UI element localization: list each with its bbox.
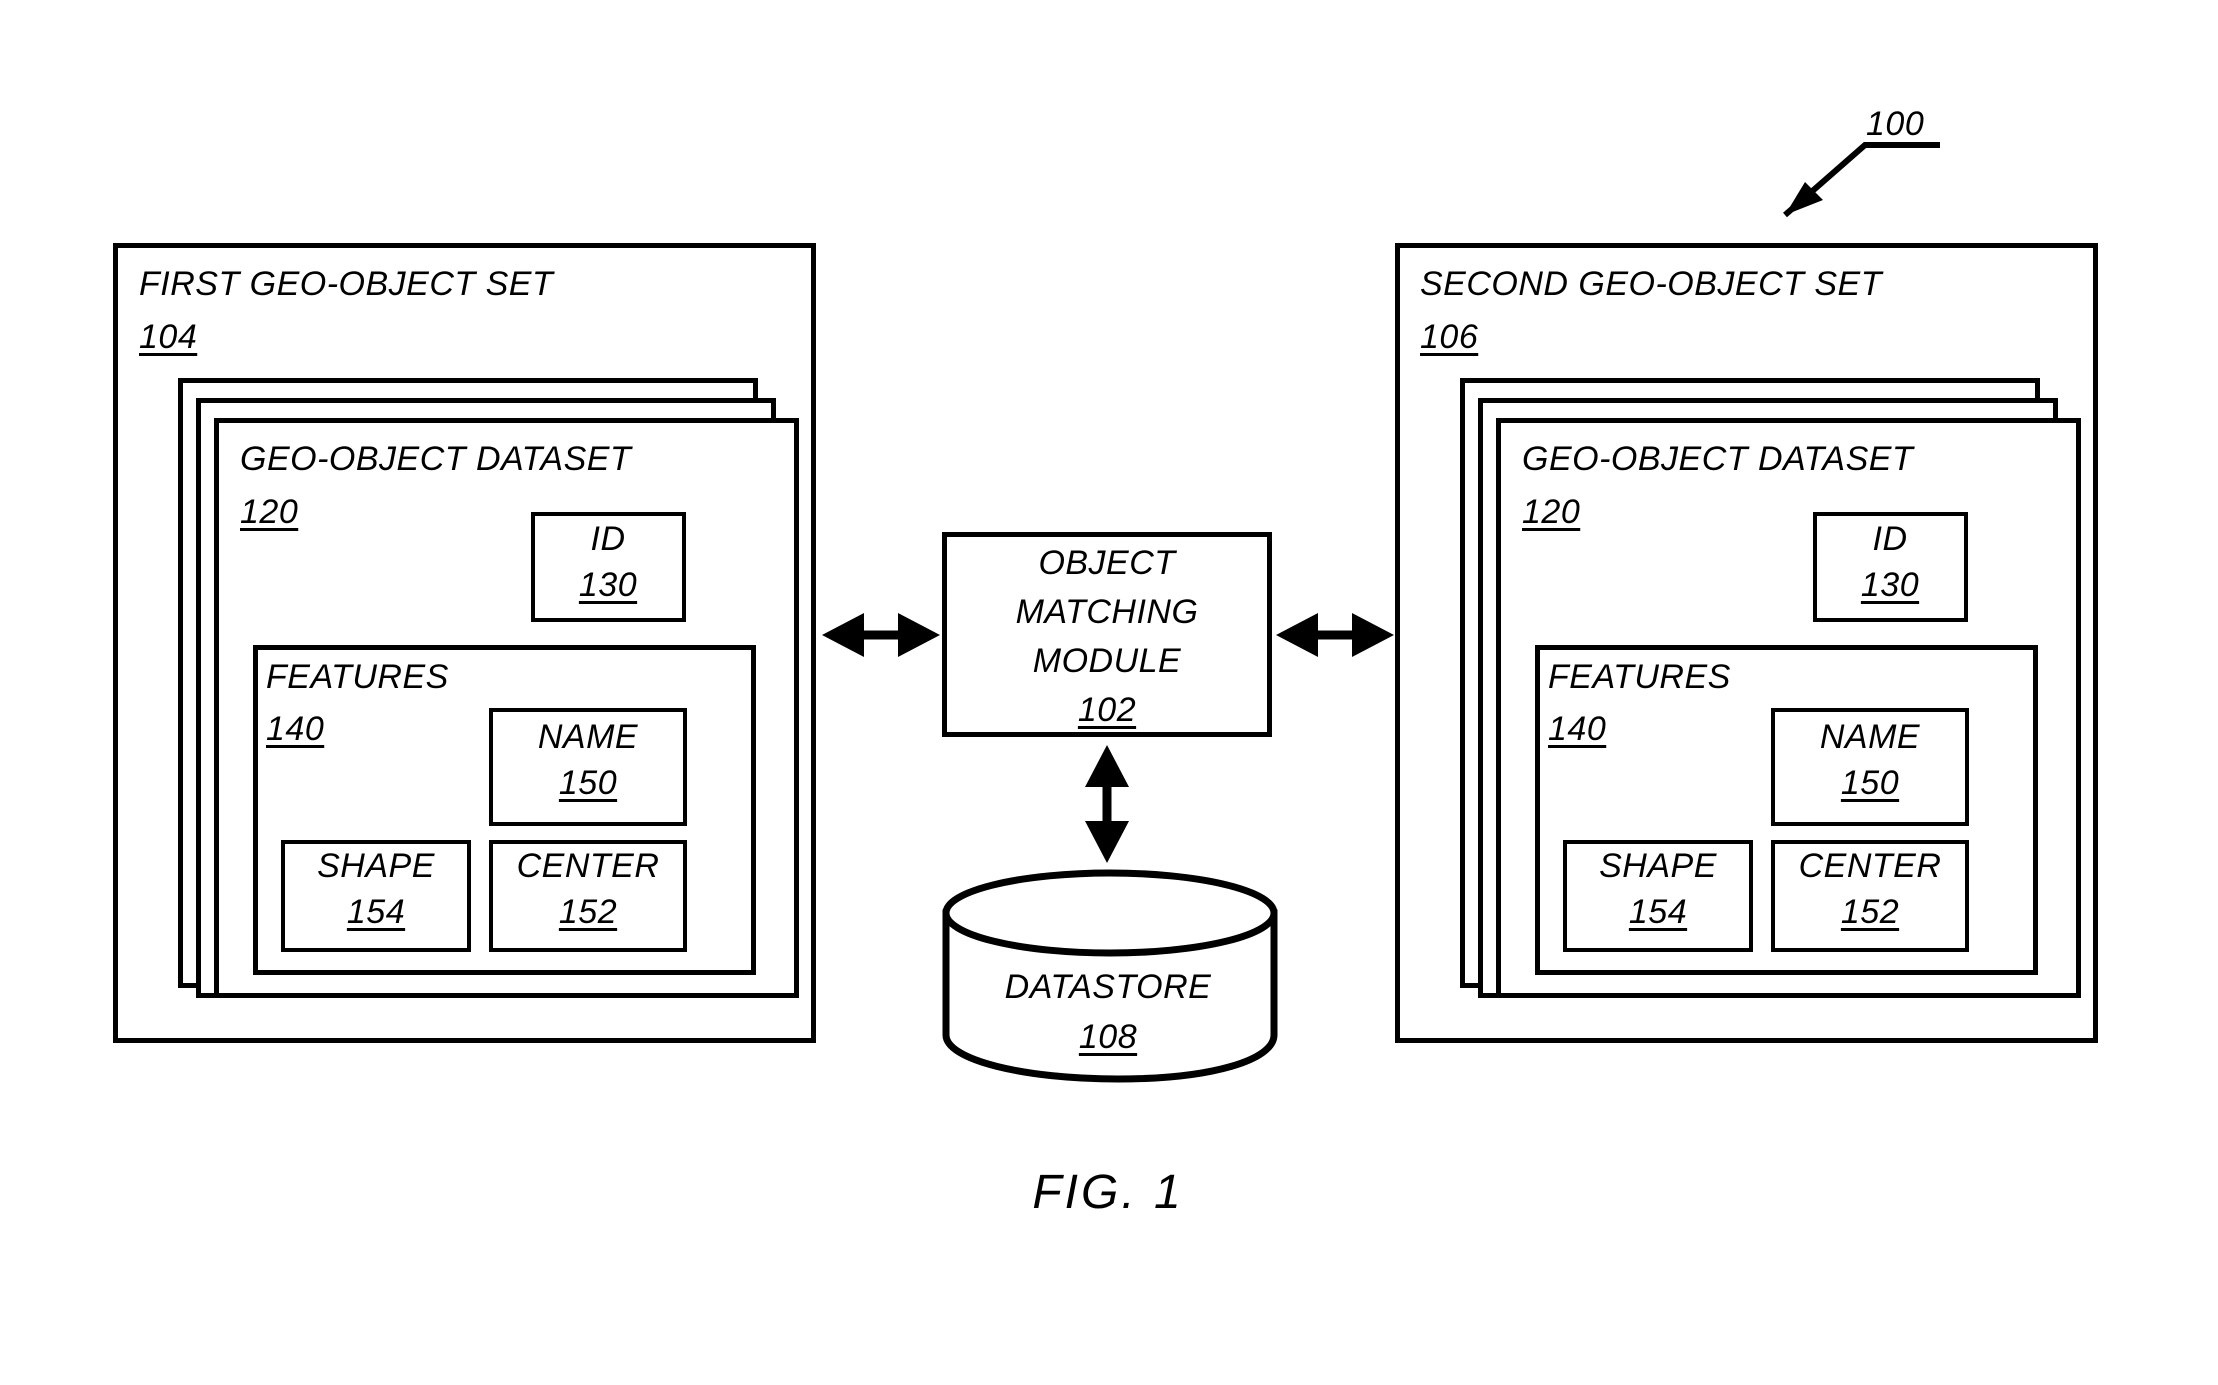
arrow-module-to-second-set bbox=[1276, 613, 1394, 657]
second-geo-object-set-ref: 106 bbox=[1420, 318, 1479, 356]
second-features-title: FEATURES bbox=[1548, 658, 1731, 696]
second-center-title: CENTER bbox=[1798, 847, 1942, 885]
module-title-line3: MODULE bbox=[1032, 642, 1182, 680]
first-shape-ref: 154 bbox=[346, 893, 406, 931]
first-name-ref: 150 bbox=[558, 764, 618, 802]
second-id-ref: 130 bbox=[1860, 566, 1920, 604]
first-dataset-ref: 120 bbox=[240, 493, 299, 531]
first-features-ref: 140 bbox=[266, 710, 325, 748]
second-id-title: ID bbox=[1872, 520, 1908, 558]
first-center-ref: 152 bbox=[558, 893, 618, 931]
first-center-title: CENTER bbox=[516, 847, 660, 885]
second-center-ref: 152 bbox=[1840, 893, 1900, 931]
second-features-ref: 140 bbox=[1548, 710, 1607, 748]
first-id-title: ID bbox=[590, 520, 626, 558]
first-geo-object-set-ref: 104 bbox=[139, 318, 198, 356]
second-dataset-ref: 120 bbox=[1522, 493, 1581, 531]
figure-caption: FIG. 1 bbox=[1032, 1166, 1184, 1219]
second-dataset-title: GEO-OBJECT DATASET bbox=[1522, 440, 1914, 478]
module-title-line2: MATCHING bbox=[1015, 593, 1199, 631]
patent-figure-1: 100 FIRST GEO-OBJECT SET 104 GEO-OBJECT … bbox=[0, 0, 2218, 1385]
arrow-first-set-to-module bbox=[822, 613, 940, 657]
first-name-title: NAME bbox=[537, 718, 639, 756]
first-features-title: FEATURES bbox=[266, 658, 449, 696]
arrow-module-to-datastore bbox=[1085, 745, 1129, 863]
datastore-ref: 108 bbox=[1078, 1018, 1138, 1056]
second-shape-ref: 154 bbox=[1628, 893, 1688, 931]
module-title-line1: OBJECT bbox=[1038, 544, 1176, 582]
second-geo-object-set-title: SECOND GEO-OBJECT SET bbox=[1420, 265, 1882, 303]
second-name-title: NAME bbox=[1819, 718, 1921, 756]
datastore-title: DATASTORE bbox=[1004, 968, 1212, 1006]
second-shape-title: SHAPE bbox=[1599, 847, 1717, 885]
first-shape-title: SHAPE bbox=[317, 847, 435, 885]
first-geo-object-set-title: FIRST GEO-OBJECT SET bbox=[139, 265, 554, 303]
module-ref: 102 bbox=[1077, 691, 1137, 729]
system-label: 100 bbox=[1866, 105, 1925, 143]
second-name-ref: 150 bbox=[1840, 764, 1900, 802]
first-id-ref: 130 bbox=[578, 566, 638, 604]
first-dataset-title: GEO-OBJECT DATASET bbox=[240, 440, 632, 478]
